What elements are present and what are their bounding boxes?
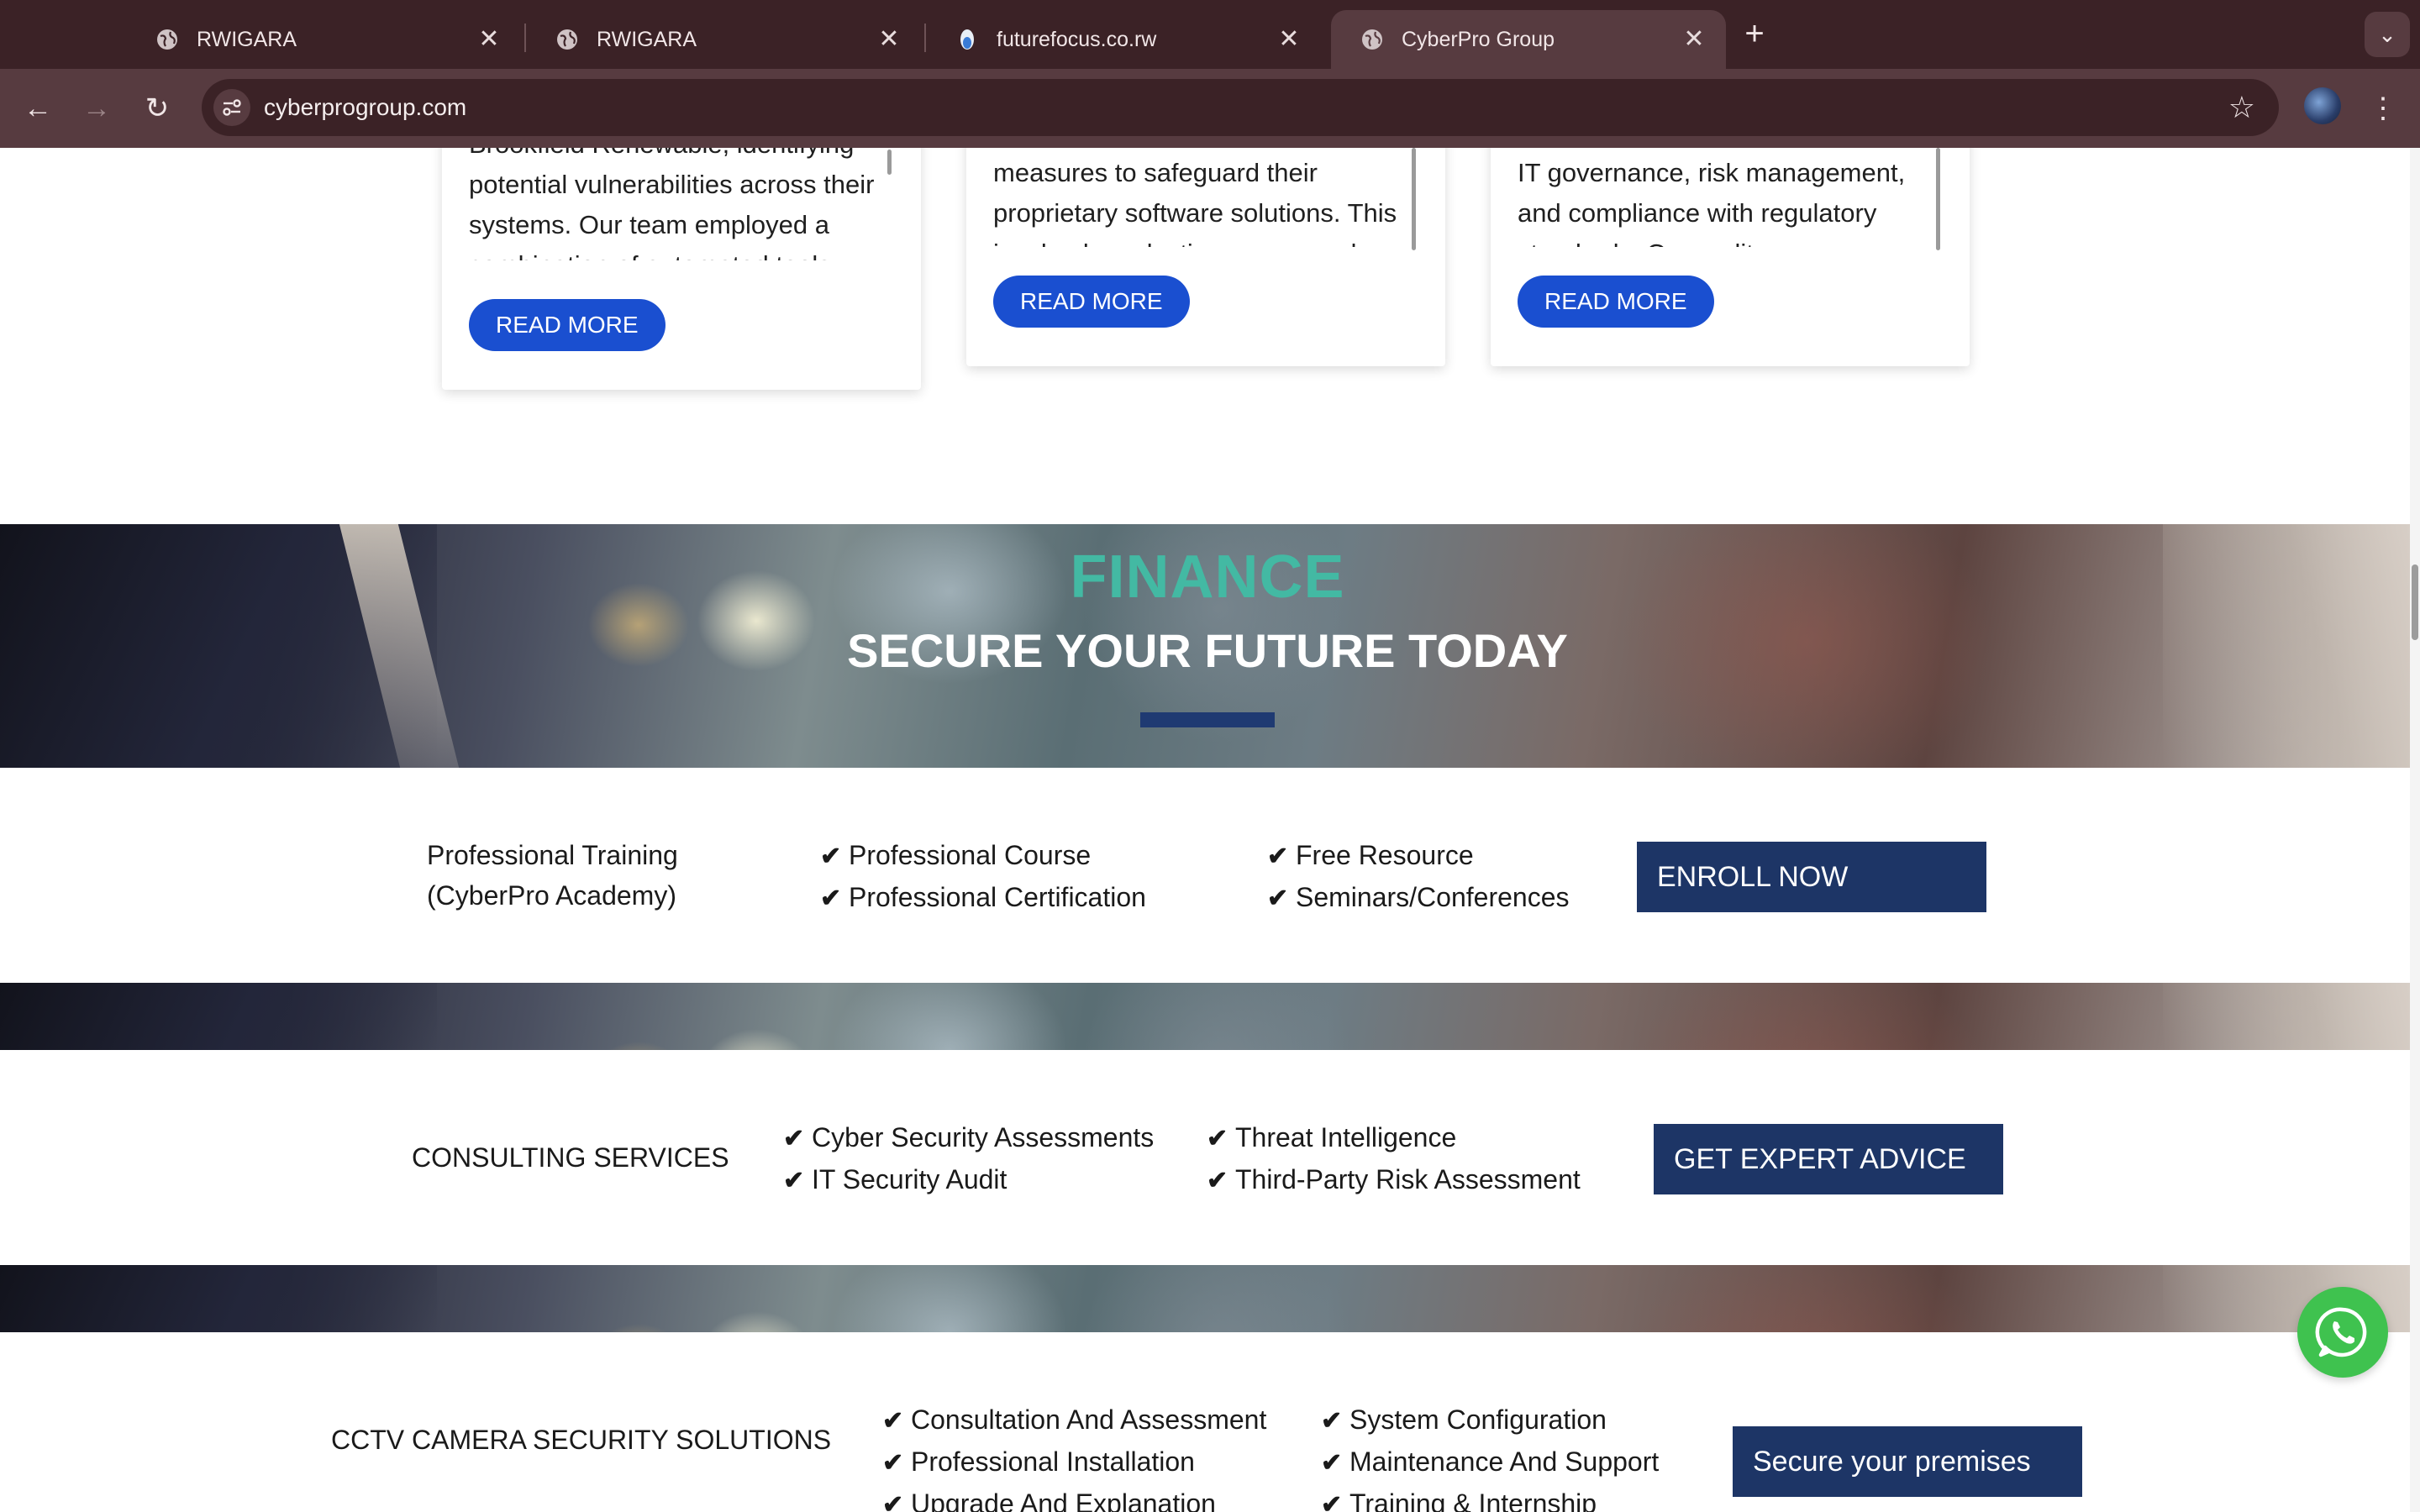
training-list-2: ✔ Free Resource ✔ Seminars/Conferences (1267, 835, 1569, 919)
cctv-label: CCTV CAMERA SECURITY SOLUTIONS (331, 1425, 832, 1455)
web-page: cybersecurity assessment for Brookfield … (0, 148, 2420, 1512)
globe-icon (155, 27, 180, 52)
reload-button[interactable]: ↻ (136, 87, 178, 129)
list-item: ✔ Upgrade And Explanation (882, 1483, 1266, 1512)
list-item: ✔ Consultation And Assessment (882, 1399, 1266, 1441)
case-study-card: cybersecurity assessment for Brookfield … (442, 148, 921, 390)
check-icon: ✔ (820, 885, 842, 912)
list-item: ✔ Training & Internship (1321, 1483, 1659, 1512)
check-icon: ✔ (882, 1449, 904, 1477)
check-icon: ✔ (1267, 885, 1289, 912)
secure-your-premises-button[interactable]: Secure your premises (1733, 1426, 2082, 1497)
tab-strip: RWIGARA ✕ RWIGARA ✕ futurefocus.co.rw ✕ … (0, 0, 2420, 69)
check-icon: ✔ (882, 1491, 904, 1512)
check-icon: ✔ (1207, 1125, 1228, 1152)
forward-button[interactable]: → (76, 87, 118, 129)
list-item: ✔ Maintenance And Support (1321, 1441, 1659, 1483)
cctv-list-2: ✔ System Configuration ✔ Maintenance And S… (1321, 1399, 1659, 1512)
globe-icon (1360, 27, 1385, 52)
card-description: measures to safeguard their proprietary … (993, 158, 1397, 247)
browser-chrome: RWIGARA ✕ RWIGARA ✕ futurefocus.co.rw ✕ … (0, 0, 2420, 148)
whatsapp-chat-button[interactable] (2297, 1287, 2388, 1378)
check-icon: ✔ (1321, 1449, 1343, 1477)
training-label: Professional Training (CyberPro Academy) (427, 840, 678, 911)
browser-menu-icon[interactable]: ⋮ (2366, 87, 2400, 129)
list-item: ✔ Third-Party Risk Assessment (1207, 1159, 1581, 1201)
futurefocus-favicon (955, 27, 980, 52)
page-scrollbar-track[interactable] (2410, 148, 2420, 1512)
check-icon: ✔ (783, 1167, 805, 1194)
tab-cyberpro-group[interactable]: CyberPro Group ✕ (1331, 10, 1726, 69)
check-icon: ✔ (1267, 843, 1289, 870)
check-icon: ✔ (783, 1125, 805, 1152)
profile-avatar[interactable] (2304, 87, 2341, 124)
card-scrollbar[interactable] (1412, 148, 1416, 250)
card-description: IT governance, risk management, and comp… (1518, 158, 1906, 247)
read-more-button[interactable]: READ MORE (469, 299, 666, 351)
read-more-button[interactable]: READ MORE (993, 276, 1190, 328)
banner-photo-suit (0, 983, 437, 1050)
site-settings-icon[interactable] (213, 89, 250, 126)
read-more-button[interactable]: READ MORE (1518, 276, 1714, 328)
photo-divider-strip (0, 1265, 2415, 1332)
heading-underline (1140, 712, 1275, 727)
training-list-1: ✔ Professional Course ✔ Professional Certi… (820, 835, 1146, 919)
list-item: ✔ Cyber Security Assessments (783, 1117, 1154, 1159)
tab-rwigara-1[interactable]: RWIGARA ✕ (126, 10, 521, 69)
tab-rwigara-2[interactable]: RWIGARA ✕ (526, 10, 921, 69)
case-study-card: measures to safeguard their proprietary … (966, 148, 1445, 366)
whatsapp-icon (2315, 1307, 2367, 1357)
tab-close-icon[interactable]: ✕ (1274, 24, 1304, 55)
back-button[interactable]: ← (17, 87, 59, 129)
check-icon: ✔ (1321, 1491, 1343, 1512)
tab-title: RWIGARA (197, 27, 297, 51)
get-expert-advice-button[interactable]: GET EXPERT ADVICE (1654, 1124, 2003, 1194)
check-icon: ✔ (882, 1407, 904, 1435)
consulting-list-1: ✔ Cyber Security Assessments ✔ IT Security… (783, 1117, 1154, 1201)
card-scrollbar[interactable] (1936, 148, 1940, 250)
tab-title: futurefocus.co.rw (997, 27, 1157, 51)
finance-heading: FINANCE (1070, 543, 1345, 611)
address-bar[interactable]: cyberprogroup.com ☆ (202, 79, 2279, 136)
card-scrollbar[interactable] (887, 150, 892, 175)
list-item: ✔ IT Security Audit (783, 1159, 1154, 1201)
tab-futurefocus[interactable]: futurefocus.co.rw ✕ (926, 10, 1321, 69)
enroll-now-button[interactable]: ENROLL NOW (1637, 842, 1986, 912)
list-item: ✔ Seminars/Conferences (1267, 877, 1569, 919)
check-icon: ✔ (1207, 1167, 1228, 1194)
banner-photo-suit (0, 1265, 437, 1332)
list-item: ✔ Professional Course (820, 835, 1146, 877)
tab-title: RWIGARA (597, 27, 697, 51)
tab-close-icon[interactable]: ✕ (474, 24, 504, 55)
page-scrollbar-thumb[interactable] (2412, 564, 2418, 640)
list-item: ✔ Threat Intelligence (1207, 1117, 1581, 1159)
consulting-list-2: ✔ Threat Intelligence ✔ Third-Party Risk A… (1207, 1117, 1581, 1201)
check-icon: ✔ (1321, 1407, 1343, 1435)
url-text: cyberprogroup.com (264, 94, 467, 120)
finance-banner: FINANCE SECURE YOUR FUTURE TODAY (0, 524, 2415, 768)
case-study-card: IT governance, risk management, and comp… (1491, 148, 1970, 366)
list-item: ✔ Free Resource (1267, 835, 1569, 877)
list-item: ✔ Professional Certification (820, 877, 1146, 919)
globe-icon (555, 27, 580, 52)
banner-photo-sleeve (2163, 983, 2415, 1050)
bookmark-star-icon[interactable]: ☆ (2228, 89, 2255, 126)
photo-divider-strip (0, 983, 2415, 1050)
list-item: ✔ Professional Installation (882, 1441, 1266, 1483)
cctv-list-1: ✔ Consultation And Assessment ✔ Profession… (882, 1399, 1266, 1512)
check-icon: ✔ (820, 843, 842, 870)
browser-toolbar: ← → ↻ cyberprogroup.com ☆ ⋮ (0, 69, 2420, 148)
tab-close-icon[interactable]: ✕ (1679, 24, 1709, 55)
tab-search-button[interactable]: ⌄ (2365, 12, 2410, 57)
consulting-label: CONSULTING SERVICES (412, 1142, 729, 1173)
tab-title: CyberPro Group (1402, 27, 1555, 51)
card-description: cybersecurity assessment for Brookfield … (469, 148, 875, 260)
finance-subheading: SECURE YOUR FUTURE TODAY (847, 624, 1568, 677)
new-tab-button[interactable]: + (1736, 17, 1773, 54)
tab-close-icon[interactable]: ✕ (874, 24, 904, 55)
list-item: ✔ System Configuration (1321, 1399, 1659, 1441)
